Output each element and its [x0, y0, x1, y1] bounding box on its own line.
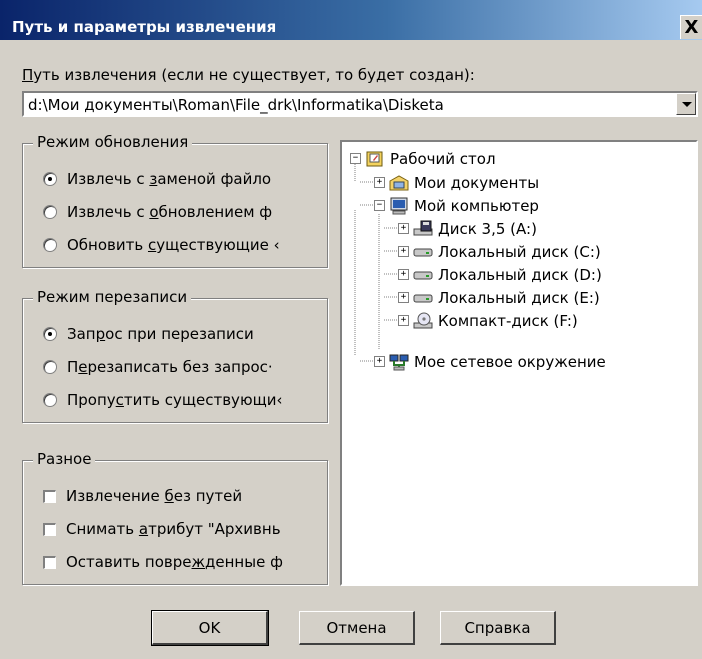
extraction-dialog: Путь и параметры извлечения X Путь извле… — [0, 0, 702, 659]
overwrite-mode-title: Режим перезаписи — [33, 288, 192, 306]
radio-ask-before-overwrite[interactable]: Запрос при перезаписи — [43, 325, 254, 343]
tree-item-label: Локальный диск (C:) — [438, 243, 601, 261]
path-label: Путь извлечения (если не существует, то … — [22, 66, 475, 84]
radio-overwrite-without-prompt[interactable]: Перезаписать без запрос· — [43, 358, 273, 376]
tree-item-label: Локальный диск (D:) — [438, 266, 602, 284]
window-title: Путь и параметры извлечения — [12, 18, 277, 36]
radio-button[interactable] — [43, 393, 57, 407]
tree-item-label: Локальный диск (E:) — [438, 289, 600, 307]
radio-button[interactable] — [43, 360, 57, 374]
expand-icon[interactable]: + — [374, 177, 385, 188]
update-mode-group: Режим обновления Извлечь с заменой файло… — [22, 133, 328, 268]
cd-drive-icon — [413, 312, 433, 329]
checkbox[interactable] — [43, 490, 56, 503]
radio-button[interactable] — [43, 205, 57, 219]
hard-disk-icon — [413, 294, 433, 303]
checkbox-keep-damaged-files[interactable]: Оставить поврежденные ф — [43, 553, 283, 571]
radio-button[interactable] — [43, 327, 57, 341]
my-computer-icon — [390, 197, 408, 215]
cancel-button[interactable]: Отмена — [299, 611, 415, 645]
checkbox-extract-without-paths[interactable]: Извлечение без путей — [43, 487, 242, 505]
overwrite-mode-group: Режим перезаписи Запрос при перезаписи П… — [22, 288, 328, 423]
radio-button[interactable] — [43, 172, 57, 186]
extraction-path-combobox[interactable]: d:\Мои документы\Roman\File_drk\Informat… — [22, 91, 698, 117]
radio-refresh-existing[interactable]: Обновить существующие ‹ — [43, 236, 280, 254]
title-bar[interactable]: Путь и параметры извлечения X — [0, 0, 702, 40]
radio-skip-existing[interactable]: Пропустить существующи‹ — [43, 391, 282, 409]
ok-button[interactable]: OK — [151, 610, 269, 646]
close-icon: X — [684, 17, 699, 38]
close-button[interactable]: X — [680, 15, 702, 39]
expand-icon[interactable]: + — [374, 356, 385, 367]
expand-icon[interactable]: + — [398, 269, 409, 280]
checkbox[interactable] — [43, 556, 56, 569]
collapse-icon[interactable]: − — [374, 200, 385, 211]
my-documents-icon — [389, 175, 409, 191]
tree-item-label: Компакт-диск (F:) — [438, 312, 578, 330]
radio-button[interactable] — [43, 238, 57, 252]
tree-item-label: Мои документы — [414, 174, 540, 192]
floppy-drive-icon — [413, 220, 433, 236]
misc-title: Разное — [33, 450, 96, 468]
chevron-down-icon[interactable] — [676, 93, 696, 115]
folder-tree[interactable]: − Рабочий стол + Мои документы − Мой ком… — [340, 140, 698, 586]
tree-item-label: Рабочий стол — [390, 150, 496, 168]
expand-icon[interactable]: + — [398, 315, 409, 326]
help-button[interactable]: Справка — [440, 611, 556, 645]
tree-item-label: Мой компьютер — [414, 197, 539, 215]
expand-icon[interactable]: + — [398, 223, 409, 234]
update-mode-title: Режим обновления — [33, 133, 193, 151]
checkbox[interactable] — [43, 523, 56, 536]
tree-item-label: Диск 3,5 (A:) — [438, 220, 537, 238]
checkbox-clear-archive-attribute[interactable]: Снимать атрибут "Архивнь — [43, 520, 281, 538]
network-icon — [389, 354, 409, 371]
expand-icon[interactable]: + — [398, 246, 409, 257]
hard-disk-icon — [413, 271, 433, 280]
desktop-icon — [366, 151, 383, 167]
misc-group: Разное Извлечение без путей Снимать атри… — [22, 450, 328, 585]
collapse-icon[interactable]: − — [350, 153, 361, 164]
tree-item-label: Мое сетевое окружение — [414, 353, 606, 371]
extraction-path-value: d:\Мои документы\Roman\File_drk\Informat… — [28, 96, 444, 114]
expand-icon[interactable]: + — [398, 292, 409, 303]
radio-update-files[interactable]: Извлечь с обновлением ф — [43, 203, 272, 221]
hard-disk-icon — [413, 248, 433, 257]
radio-replace-files[interactable]: Извлечь с заменой файло — [43, 170, 271, 188]
